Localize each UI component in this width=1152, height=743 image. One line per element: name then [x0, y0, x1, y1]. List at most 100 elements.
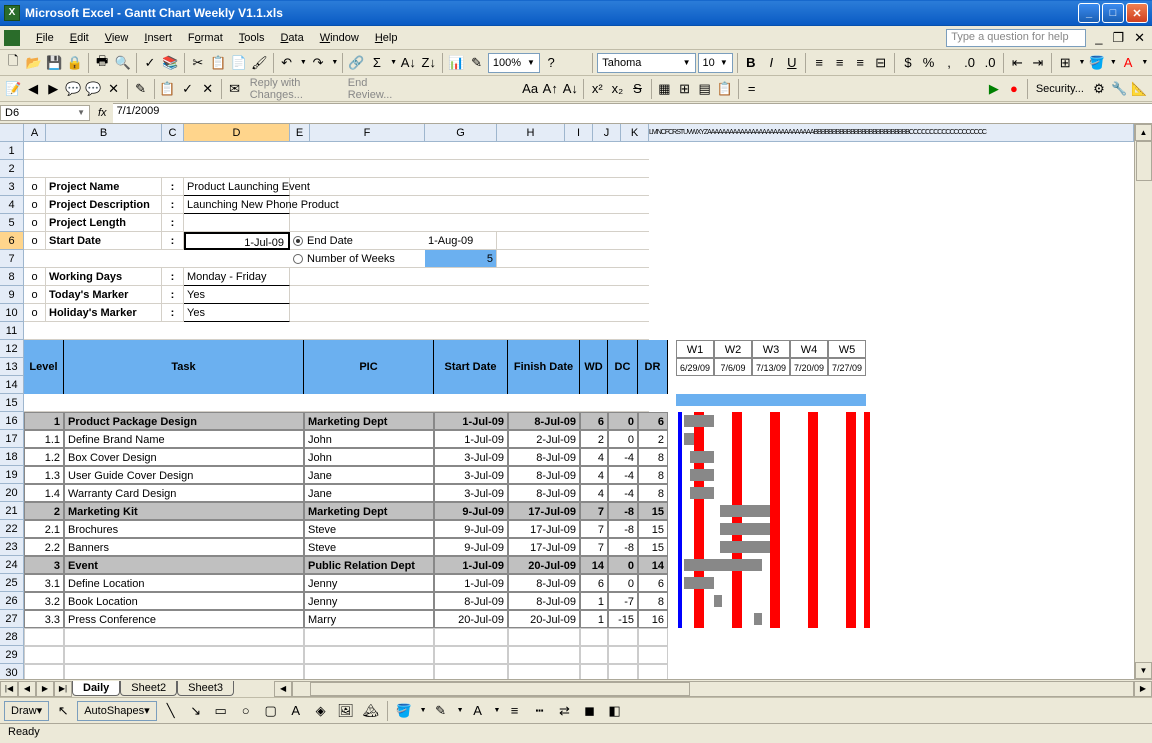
scroll-down-button[interactable]: ▼: [1135, 662, 1152, 679]
cell-s-r23[interactable]: 9-Jul-09: [434, 538, 508, 556]
formula-input[interactable]: 7/1/2009: [113, 103, 1152, 123]
cell-wd-r27[interactable]: 1: [580, 610, 608, 628]
cell-s-r26[interactable]: 8-Jul-09: [434, 592, 508, 610]
control-toolbox-button[interactable]: 🔧: [1110, 78, 1128, 100]
cell-level-r26[interactable]: 3.2: [24, 592, 64, 610]
cell-task-r26[interactable]: Book Location: [64, 592, 304, 610]
row-header-22[interactable]: 22: [0, 520, 23, 538]
cell-s-r16[interactable]: 1-Jul-09: [434, 412, 508, 430]
increase-decimal-button[interactable]: .0: [960, 52, 979, 74]
cell-f-r20[interactable]: 8-Jul-09: [508, 484, 580, 502]
row-header-8[interactable]: 8: [0, 268, 23, 286]
cell-r3-c4[interactable]: Product Launching Event: [184, 178, 290, 196]
autosum-dropdown[interactable]: ▼: [390, 59, 397, 66]
cell-dc-r25[interactable]: 0: [608, 574, 638, 592]
cell-task-r22[interactable]: Brochures: [64, 520, 304, 538]
font-size-combo[interactable]: 10▼: [698, 53, 733, 73]
print-preview-button[interactable]: 🔍: [113, 52, 132, 74]
cell-r6-c5[interactable]: End Date: [290, 232, 350, 250]
macro-play-button[interactable]: ▶: [985, 78, 1003, 100]
cell-task-r20[interactable]: Warranty Card Design: [64, 484, 304, 502]
row-header-24[interactable]: 24: [0, 556, 23, 574]
align-left-button[interactable]: ≡: [810, 52, 829, 74]
cell-f-r19[interactable]: 8-Jul-09: [508, 466, 580, 484]
cell-r10-c4[interactable]: Yes: [184, 304, 290, 322]
row-header-3[interactable]: 3: [0, 178, 23, 196]
grow-font-button[interactable]: A↑: [541, 78, 559, 100]
draw-menu[interactable]: Draw ▾: [4, 701, 49, 721]
cell-task-r25[interactable]: Define Location: [64, 574, 304, 592]
cell-pic-r25[interactable]: Jenny: [304, 574, 434, 592]
row-header-1[interactable]: 1: [0, 142, 23, 160]
row-headers[interactable]: 1234567891011121314151617181920212223242…: [0, 142, 24, 679]
cell-level-r20[interactable]: 1.4: [24, 484, 64, 502]
diagram-button[interactable]: ◈: [310, 700, 332, 722]
row-header-28[interactable]: 28: [0, 628, 23, 646]
macro-record-button[interactable]: ●: [1005, 78, 1023, 100]
decrease-indent-button[interactable]: ⇤: [1008, 52, 1027, 74]
doc-minimize-button[interactable]: _: [1092, 30, 1105, 46]
align-right-button[interactable]: ≡: [851, 52, 870, 74]
reject-change-button[interactable]: ✕: [199, 78, 217, 100]
sheet-tab-daily[interactable]: Daily: [72, 681, 120, 696]
cell-r9-c1[interactable]: o: [24, 286, 46, 304]
cell-dc-r18[interactable]: -4: [608, 448, 638, 466]
cell-level-r22[interactable]: 2.1: [24, 520, 64, 538]
font-color-dropdown[interactable]: ▼: [1141, 59, 1148, 66]
cell-dc-r26[interactable]: -7: [608, 592, 638, 610]
cell-dr-r23[interactable]: 15: [638, 538, 668, 556]
arrow-button[interactable]: ↘: [185, 700, 207, 722]
col-header-B[interactable]: B: [46, 124, 162, 141]
autoformat-button[interactable]: ⊞: [676, 78, 694, 100]
cell-task-r27[interactable]: Press Conference: [64, 610, 304, 628]
currency-button[interactable]: $: [899, 52, 918, 74]
fx-button[interactable]: fx: [92, 107, 113, 119]
cell-r6-c2[interactable]: Start Date: [46, 232, 162, 250]
autoshapes-menu[interactable]: AutoShapes ▾: [77, 701, 156, 721]
hscroll-right-button[interactable]: ▶: [1134, 681, 1152, 697]
align-center-button[interactable]: ≡: [830, 52, 849, 74]
cell-pic-r18[interactable]: John: [304, 448, 434, 466]
cell-r5-c3[interactable]: :: [162, 214, 184, 232]
cell-f-r16[interactable]: 8-Jul-09: [508, 412, 580, 430]
cell-wd-r18[interactable]: 4: [580, 448, 608, 466]
row-header-19[interactable]: 19: [0, 466, 23, 484]
sheet-tab-sheet2[interactable]: Sheet2: [120, 681, 177, 696]
cell-dr-r21[interactable]: 15: [638, 502, 668, 520]
sort-asc-button[interactable]: A↓: [399, 52, 418, 74]
cell-pic-r19[interactable]: Jane: [304, 466, 434, 484]
cell-wd-r24[interactable]: 14: [580, 556, 608, 574]
cell-r3-c1[interactable]: o: [24, 178, 46, 196]
cell-level-r27[interactable]: 3.3: [24, 610, 64, 628]
increase-indent-button[interactable]: ⇥: [1029, 52, 1048, 74]
line-color-button[interactable]: ✎: [430, 700, 452, 722]
menu-data[interactable]: Data: [272, 30, 311, 46]
new-comment-button[interactable]: 📝: [4, 78, 22, 100]
col-headers-compressed[interactable]: LMNCFCRSTUVWXYZAAAAAAAAAAAAAAAAAAAAAAAAA…: [649, 124, 1134, 141]
cell-r8-c1[interactable]: o: [24, 268, 46, 286]
menu-window[interactable]: Window: [312, 30, 367, 46]
copy-button[interactable]: 📋: [209, 52, 228, 74]
paste-button[interactable]: 📄: [230, 52, 249, 74]
cell-pic-r23[interactable]: Steve: [304, 538, 434, 556]
cell-s-r20[interactable]: 3-Jul-09: [434, 484, 508, 502]
open-button[interactable]: 📂: [25, 52, 44, 74]
redo-dropdown[interactable]: ▼: [331, 59, 338, 66]
cell-r8-c4[interactable]: Monday - Friday: [184, 268, 290, 286]
save-button[interactable]: 💾: [45, 52, 64, 74]
row-header-4[interactable]: 4: [0, 196, 23, 214]
cell-s-r22[interactable]: 9-Jul-09: [434, 520, 508, 538]
excel-doc-icon[interactable]: [4, 30, 20, 46]
cell-r6-c3[interactable]: :: [162, 232, 184, 250]
row-header-20[interactable]: 20: [0, 484, 23, 502]
security-button[interactable]: Security...: [1032, 83, 1088, 95]
cell-level-r23[interactable]: 2.2: [24, 538, 64, 556]
cell-s-r18[interactable]: 3-Jul-09: [434, 448, 508, 466]
3d-button[interactable]: ◧: [603, 700, 625, 722]
accept-change-button[interactable]: ✓: [179, 78, 197, 100]
table-header-task[interactable]: Task: [64, 340, 304, 394]
vertical-scrollbar[interactable]: ▲ ▼: [1134, 124, 1152, 679]
name-box[interactable]: D6▼: [0, 105, 90, 121]
spelling-button[interactable]: ✓: [141, 52, 160, 74]
table-header-pic[interactable]: PIC: [304, 340, 434, 394]
